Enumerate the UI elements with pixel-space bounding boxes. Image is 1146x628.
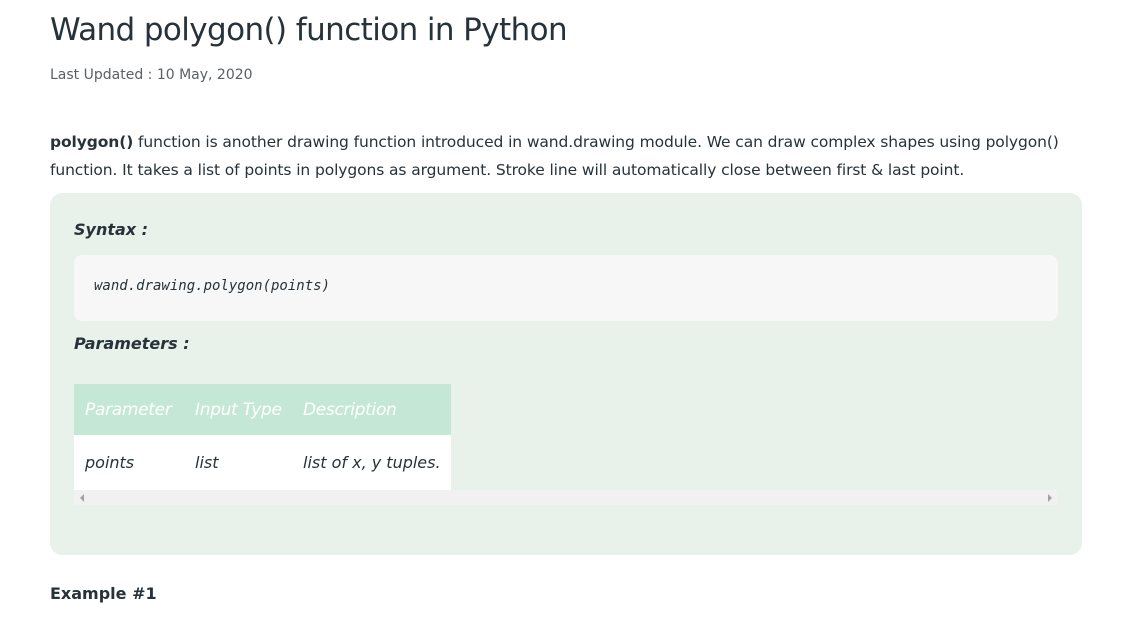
last-updated: Last Updated : 10 May, 2020 <box>50 67 253 83</box>
header-parameter: Parameter <box>85 399 172 420</box>
cell-description: list of x, y tuples. <box>303 453 441 472</box>
parameters-table: Parameter Input Type Description points … <box>74 384 451 490</box>
syntax-label: Syntax : <box>74 220 149 239</box>
header-input-type: Input Type <box>195 399 282 420</box>
syntax-code: wand.drawing.polygon(points) <box>94 278 331 294</box>
table-header-row: Parameter Input Type Description <box>74 384 451 435</box>
parameters-table-wrapper: Parameter Input Type Description points … <box>74 384 1058 506</box>
horizontal-scrollbar[interactable] <box>74 490 1058 505</box>
parameters-label: Parameters : <box>74 334 190 353</box>
cell-input-type: list <box>195 453 219 472</box>
example-heading: Example #1 <box>50 584 157 603</box>
intro-paragraph: polygon() function is another drawing fu… <box>50 128 1060 184</box>
table-row: points list list of x, y tuples. <box>74 435 451 490</box>
header-description: Description <box>303 399 397 420</box>
cell-parameter: points <box>85 453 135 472</box>
intro-function-name: polygon() <box>50 133 134 151</box>
intro-text: function is another drawing function int… <box>50 133 1059 179</box>
syntax-box: Syntax : wand.drawing.polygon(points) Pa… <box>50 193 1082 555</box>
scroll-right-arrow-icon[interactable] <box>1048 494 1052 502</box>
page-title: Wand polygon() function in Python <box>50 12 568 48</box>
scroll-left-arrow-icon[interactable] <box>80 494 84 502</box>
syntax-code-block: wand.drawing.polygon(points) <box>74 255 1058 321</box>
